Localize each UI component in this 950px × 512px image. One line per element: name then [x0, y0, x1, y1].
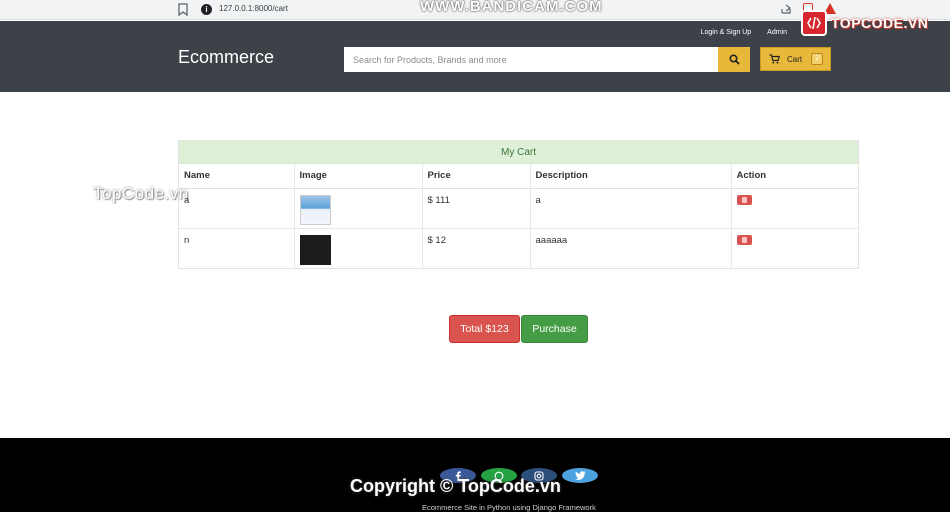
topcode-logo-watermark: TOPCODE.VN	[801, 10, 928, 36]
cell-image	[294, 188, 423, 229]
cart-count-badge: 2	[811, 53, 824, 65]
topcode-logo-text: TOPCODE.VN	[831, 15, 929, 31]
address-bar-url[interactable]: 127.0.0.1:8000/cart	[219, 4, 288, 13]
cart-icon	[769, 54, 780, 64]
remove-item-button[interactable]	[736, 234, 752, 245]
cell-name: n	[179, 228, 295, 268]
search-button[interactable]	[718, 47, 750, 72]
table-header-row: Name Image Price Description Action	[179, 164, 858, 189]
cell-price: $ 12	[422, 228, 531, 268]
search-input[interactable]	[344, 47, 718, 72]
cart-title: My Cart	[179, 141, 858, 164]
product-thumbnail[interactable]	[299, 194, 331, 225]
copyright-watermark: Copyright © TopCode.vn	[350, 476, 561, 496]
column-header-action: Action	[731, 164, 858, 189]
cart-button[interactable]: Cart 2	[760, 47, 831, 71]
footer-tagline: Ecommerce Site in Python using Django Fr…	[422, 503, 596, 512]
remove-item-button[interactable]	[736, 194, 752, 205]
topcode-text-watermark: TopCode.vn	[93, 184, 189, 203]
twitter-icon[interactable]	[562, 468, 598, 483]
table-row: a $ 111 a	[179, 188, 858, 229]
site-info-icon[interactable]: i	[201, 4, 212, 15]
cell-description: aaaaaa	[530, 228, 732, 268]
recorder-watermark: WWW.BANDICAM.COM	[420, 0, 603, 15]
cell-image	[294, 228, 423, 268]
share-icon[interactable]	[780, 3, 792, 15]
topcode-logo-icon	[801, 10, 827, 36]
column-header-price: Price	[422, 164, 531, 189]
site-footer: Copyright © TopCode.vn Ecommerce Site in…	[0, 438, 950, 512]
admin-link[interactable]: Admin	[767, 29, 787, 36]
cell-action	[731, 188, 858, 229]
cell-action	[731, 228, 858, 268]
cart-table: Name Image Price Description Action a $ …	[179, 164, 858, 268]
table-row: n $ 12 aaaaaa	[179, 228, 858, 268]
total-button[interactable]: Total $123	[449, 315, 520, 343]
product-thumbnail[interactable]	[299, 234, 331, 265]
search-icon	[728, 54, 740, 65]
bookmark-icon[interactable]	[178, 3, 188, 16]
column-header-image: Image	[294, 164, 423, 189]
login-signup-link[interactable]: Login & Sign Up	[701, 29, 752, 36]
cell-description: a	[530, 188, 732, 229]
page: i 127.0.0.1:8000/cart WWW.BANDICAM.COM E…	[0, 0, 950, 512]
cell-price: $ 111	[422, 188, 531, 229]
cell-name: a	[179, 188, 295, 229]
top-links: Login & Sign Up Admin	[687, 29, 787, 36]
brand-logo[interactable]: Ecommerce	[178, 47, 274, 68]
column-header-name: Name	[179, 164, 295, 189]
cart-panel: My Cart Name Image Price Description Act…	[178, 140, 859, 269]
purchase-button[interactable]: Purchase	[521, 315, 588, 343]
cart-label: Cart	[787, 54, 803, 64]
column-header-description: Description	[530, 164, 732, 189]
